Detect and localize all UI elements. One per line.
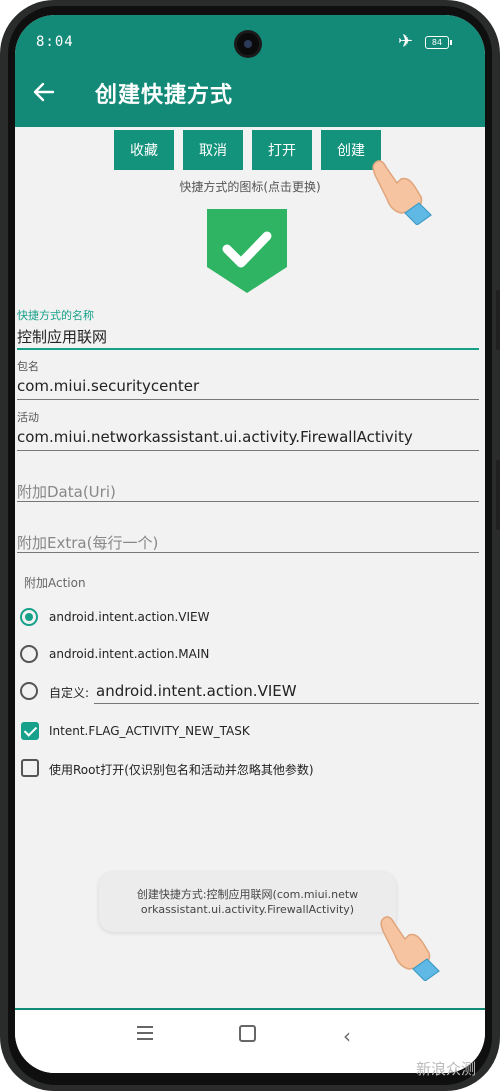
custom-action-underline: [94, 703, 479, 704]
system-nav-bar: ‹: [15, 1008, 485, 1073]
extra-field[interactable]: 附加Extra(每行一个): [17, 532, 158, 553]
favorite-button[interactable]: 收藏: [114, 130, 174, 170]
recents-menu-icon[interactable]: [137, 1026, 153, 1044]
home-icon[interactable]: [239, 1025, 256, 1042]
nav-back-icon[interactable]: ‹: [343, 1024, 351, 1048]
action-section-label: 附加Action: [24, 576, 86, 590]
phone-frame: 8:04 ✈ 84 创建快捷方式 收藏 取消 打开 创建 快捷方式的图标(点击更…: [0, 0, 500, 1091]
screen: 8:04 ✈ 84 创建快捷方式 收藏 取消 打开 创建 快捷方式的图标(点击更…: [15, 15, 485, 1073]
battery-icon: 84: [425, 36, 452, 49]
page-title: 创建快捷方式: [95, 83, 234, 108]
side-button: [496, 460, 500, 530]
status-time: 8:04: [36, 34, 74, 50]
radio-custom-label: 自定义:: [49, 686, 90, 700]
toast-message: 创建快捷方式:控制应用联网(com.miui.netw orkassistant…: [99, 872, 396, 932]
pointing-hand-icon: [372, 160, 432, 225]
activity-field-underline: [17, 450, 479, 451]
front-camera: [237, 33, 259, 55]
new-task-label: Intent.FLAG_ACTIVITY_NEW_TASK: [49, 724, 250, 738]
new-task-checkbox[interactable]: [21, 722, 39, 740]
activity-field[interactable]: com.miui.networkassistant.ui.activity.Fi…: [17, 428, 413, 446]
activity-field-label: 活动: [17, 411, 39, 424]
radio-custom[interactable]: [20, 682, 38, 700]
name-field-label: 快捷方式的名称: [17, 309, 94, 322]
radio-view-label: android.intent.action.VIEW: [49, 610, 210, 624]
package-field[interactable]: com.miui.securitycenter: [17, 377, 199, 395]
open-button[interactable]: 打开: [252, 130, 312, 170]
data-uri-field[interactable]: 附加Data(Uri): [17, 481, 116, 502]
radio-main[interactable]: [20, 645, 38, 663]
cancel-button[interactable]: 取消: [183, 130, 243, 170]
package-field-underline: [17, 399, 479, 400]
watermark: 新浪众测: [416, 1060, 477, 1078]
app-bar: 8:04 ✈ 84 创建快捷方式: [15, 15, 485, 127]
toast-line-1: 创建快捷方式:控制应用联网(com.miui.netw: [136, 888, 359, 901]
airplane-mode-icon: ✈: [398, 31, 414, 52]
toast-line-2: orkassistant.ui.activity.FirewallActivit…: [140, 903, 355, 916]
back-arrow-icon[interactable]: [33, 81, 55, 103]
name-field-underline: [17, 348, 479, 350]
radio-main-label: android.intent.action.MAIN: [49, 647, 210, 661]
root-open-checkbox[interactable]: [21, 759, 39, 777]
side-button: [496, 290, 500, 350]
name-field[interactable]: 控制应用联网: [17, 326, 107, 347]
data-uri-underline: [17, 501, 479, 502]
shield-check-icon[interactable]: [207, 209, 287, 293]
custom-action-input[interactable]: android.intent.action.VIEW: [96, 682, 297, 700]
status-bar: 8:04 ✈ 84: [15, 15, 485, 55]
root-open-label: 使用Root打开(仅识别包名和活动并忽略其他参数): [49, 763, 314, 777]
extra-field-underline: [17, 552, 479, 553]
radio-view[interactable]: [20, 608, 38, 626]
package-field-label: 包名: [17, 360, 39, 373]
pointing-hand-icon: [380, 916, 440, 981]
